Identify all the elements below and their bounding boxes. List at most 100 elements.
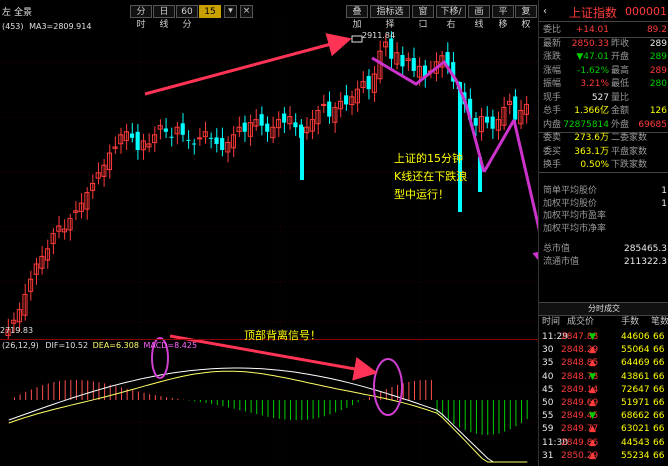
- stat-value: 1: [661, 186, 667, 196]
- trade-row: 35 2848.85 ▲ 64469 66: [539, 357, 668, 370]
- move-button[interactable]: 下移/右: [436, 5, 466, 30]
- quote-row: 委卖 273.6万 二委家数: [543, 132, 667, 145]
- trade-volume: 63021: [621, 424, 650, 435]
- quote-label-2: 外盘: [611, 119, 630, 130]
- quote-label-2: 开盘: [611, 52, 630, 62]
- candle-body: [300, 127, 304, 180]
- trade-count: 66: [653, 450, 665, 461]
- stat-value: 1: [661, 198, 667, 209]
- quote-value-2: 289: [649, 38, 667, 49]
- trades-header: 时间 成交价 手数 笔数: [539, 316, 668, 329]
- trades-col-time: 时间: [542, 317, 561, 327]
- panorama-tab[interactable]: 全景: [14, 5, 32, 18]
- trade-count: 66: [653, 358, 665, 369]
- quote-value: 72875814: [563, 119, 609, 130]
- candle-body: [411, 58, 416, 71]
- quote-label-2: 二委家数: [611, 133, 648, 143]
- dea-value: DEA=6.308: [92, 341, 139, 350]
- trade-row: 31 2850.29 ▲ 55234 66: [539, 450, 668, 463]
- pan-button[interactable]: 平移: [492, 5, 514, 30]
- quote-value: +14.01: [575, 25, 609, 35]
- period-button-daily[interactable]: 日线: [153, 5, 175, 30]
- candle-body: [293, 122, 298, 128]
- trade-count: 66: [653, 332, 665, 342]
- stat-row: 加权平均股价 1: [543, 198, 667, 211]
- trade-volume: 44543: [621, 437, 650, 448]
- candle-body: [344, 95, 349, 105]
- candle-body: [180, 123, 185, 135]
- trade-direction: ▲: [589, 437, 596, 448]
- stat-value: 285465.3: [624, 244, 667, 254]
- candle-body: [327, 101, 332, 117]
- stat-row: 流通市值 211322.3: [543, 256, 667, 269]
- trade-time: 55: [542, 411, 554, 422]
- quote-value: 363.1万: [574, 146, 609, 157]
- window-button[interactable]: 窗口: [412, 5, 434, 30]
- macd-value: MACD=8.425: [143, 341, 198, 350]
- uptrend-arrow: [144, 33, 352, 96]
- trade-volume: 55064: [621, 345, 650, 356]
- index-name: 上证指数: [569, 6, 618, 20]
- indicator-select-button[interactable]: 指标选择: [370, 5, 410, 30]
- draw-line-button[interactable]: 画线: [468, 5, 490, 30]
- candle-body: [389, 38, 394, 59]
- kline-macd-chart[interactable]: [0, 22, 538, 466]
- stat-row: 简单平均股价 1: [543, 185, 667, 198]
- trade-volume: 51971: [621, 398, 650, 408]
- quote-label: 总手: [543, 106, 562, 116]
- downtrend-arrow: [512, 119, 538, 274]
- candle-body: [282, 113, 287, 123]
- macd-divergence-annotation: 顶部背离信号！: [244, 329, 321, 342]
- chart-area[interactable]: 左 全景 分时 日线 60分 15分 ▾ × 叠加 指标选择 窗口 下移/右 画…: [0, 0, 538, 466]
- trade-time: 40: [542, 371, 554, 382]
- candle-body: [208, 137, 213, 139]
- macd-params: (26,12,9): [2, 341, 39, 350]
- trade-volume: 43861: [621, 371, 650, 382]
- quote-label-2: 下跌家数: [611, 160, 648, 170]
- quote-label-2: 最低: [611, 79, 630, 89]
- candle-body: [366, 76, 371, 90]
- quote-label: 振幅: [543, 79, 562, 89]
- trade-time: 45: [542, 384, 554, 395]
- high-price-label: 2911.84: [362, 31, 396, 40]
- trade-direction: ▼: [589, 411, 596, 422]
- period-button-timeshare[interactable]: 分时: [130, 5, 152, 30]
- quote-row: 现手 527 量比: [543, 92, 667, 105]
- left-tab-label[interactable]: 左: [2, 5, 11, 18]
- candle-body: [169, 136, 174, 138]
- period-button-15min[interactable]: 15分: [199, 5, 221, 30]
- trade-time: 35: [542, 358, 554, 369]
- quote-value: ▼47.01: [576, 52, 609, 62]
- candle-body: [400, 54, 405, 67]
- trade-row: 40 2848.78 ▼ 43861 66: [539, 371, 668, 384]
- trade-time: 31: [542, 450, 554, 461]
- candle-body: [490, 116, 495, 129]
- trade-count: 66: [653, 424, 665, 435]
- quote-row: 委比 +14.01 89.2: [543, 24, 667, 37]
- trade-count: 66: [653, 437, 665, 448]
- quote-value-2: 89.2: [646, 25, 667, 35]
- quote-label-2: 最高: [611, 65, 630, 76]
- adjust-button[interactable]: 复权: [515, 5, 537, 30]
- quote-label: 现手: [543, 92, 562, 103]
- chevron-down-icon[interactable]: ▾: [224, 5, 237, 18]
- quote-label-2: 昨收: [611, 38, 630, 49]
- quote-label-2: 平盘家数: [611, 146, 648, 157]
- trades-col-count: 笔数: [651, 317, 668, 327]
- stat-label: 加权平均市净率: [543, 223, 607, 234]
- candle-body: [259, 114, 264, 126]
- quote-value: -1.62%: [577, 65, 609, 76]
- trades-title[interactable]: 分时成交: [539, 302, 668, 316]
- overlay-button[interactable]: 叠加: [346, 5, 368, 30]
- candle-body: [484, 116, 490, 123]
- high-marker: [351, 35, 363, 43]
- trade-direction: ▲: [589, 345, 596, 356]
- close-icon[interactable]: ×: [240, 5, 253, 18]
- quote-label: 涨幅: [543, 65, 562, 76]
- quote-label-2: 金额: [611, 106, 630, 116]
- candle-body: [473, 117, 478, 126]
- trade-row: 50 2849.69 ▲ 51971 66: [539, 397, 668, 410]
- period-button-60min[interactable]: 60分: [176, 5, 198, 30]
- back-arrow-icon[interactable]: ‹: [543, 6, 547, 17]
- quote-row: 涨幅 -1.62% 最高 289: [543, 65, 667, 78]
